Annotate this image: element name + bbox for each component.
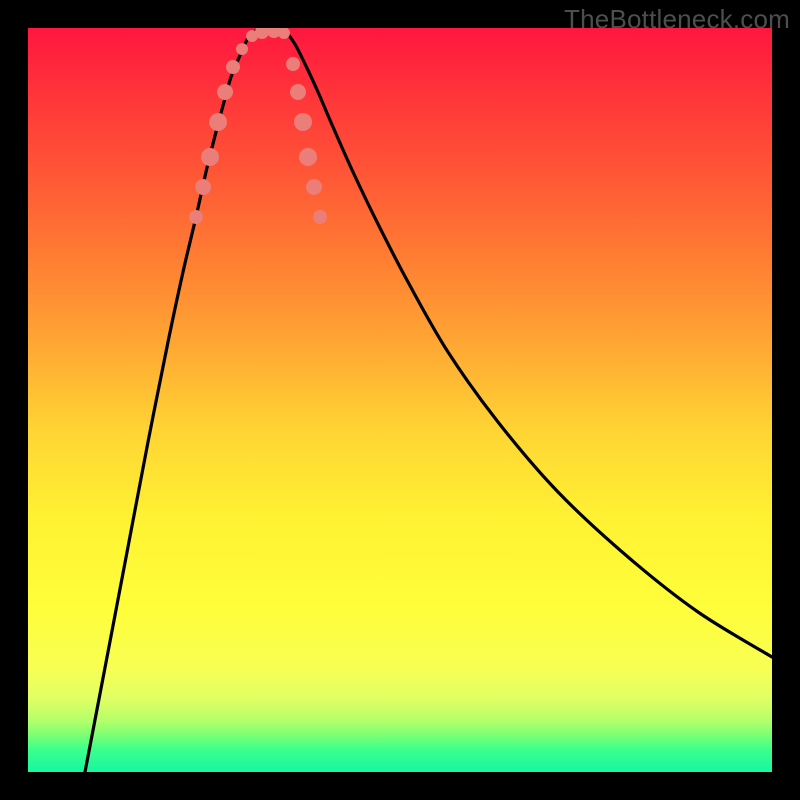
plot-area: [28, 28, 772, 772]
node-left-1: [195, 179, 211, 195]
node-right-3: [294, 113, 312, 131]
node-right-4: [290, 84, 306, 100]
node-bottom-3: [278, 28, 290, 39]
node-left-5: [226, 60, 240, 74]
series-right-branch: [288, 34, 772, 657]
node-right-0: [313, 210, 327, 224]
series-left-branch: [85, 34, 250, 772]
node-right-1: [306, 179, 322, 195]
node-left-0: [189, 210, 203, 224]
node-left-2: [201, 148, 219, 166]
nodes-group: [189, 28, 327, 224]
node-left-4: [217, 84, 233, 100]
curves-group: [85, 29, 772, 772]
chart-frame: TheBottleneck.com: [0, 0, 800, 800]
node-right-2: [299, 148, 317, 166]
node-left-3: [209, 113, 227, 131]
node-right-5: [286, 57, 300, 71]
curve-layer: [28, 28, 772, 772]
node-left-6: [236, 43, 248, 55]
